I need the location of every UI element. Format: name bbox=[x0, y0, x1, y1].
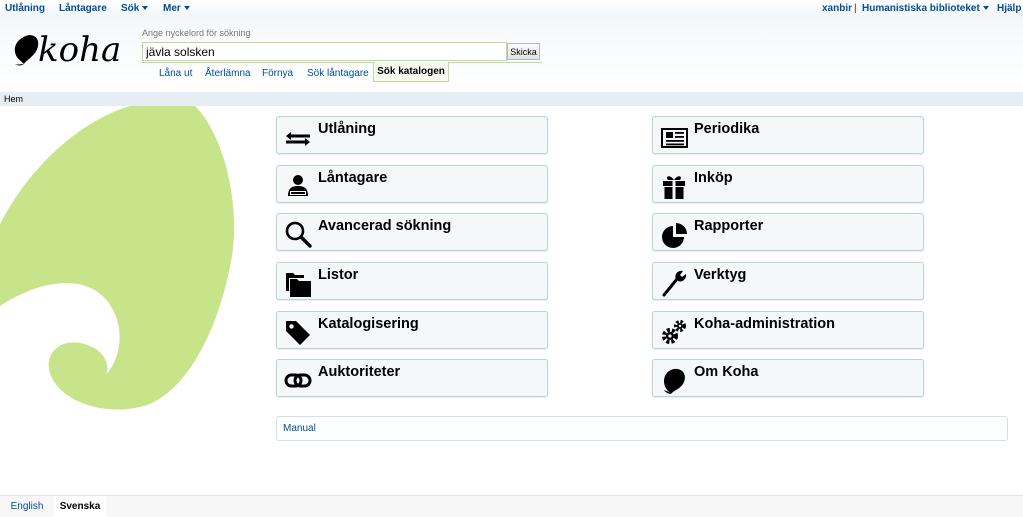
help-link[interactable]: Hjälp bbox=[997, 3, 1021, 14]
gift-icon bbox=[663, 176, 685, 199]
module-koha-administration[interactable]: Koha-administration bbox=[652, 311, 924, 349]
user-menu[interactable]: xanbir bbox=[822, 3, 852, 14]
module-katalogisering[interactable]: Katalogisering bbox=[276, 311, 548, 349]
header: koha Ange nyckelord för sökning Skicka L… bbox=[0, 17, 1023, 92]
nav-sok-label: Sök bbox=[121, 3, 140, 14]
manual-box: Manual bbox=[276, 416, 1008, 441]
module-auktoriteter[interactable]: Auktoriteter bbox=[276, 359, 548, 397]
koha-background-swoosh bbox=[0, 106, 235, 410]
folders-icon bbox=[286, 273, 311, 297]
nav-utlaning[interactable]: Utlåning bbox=[5, 3, 45, 14]
nav-mer-menu[interactable]: Mer bbox=[163, 3, 190, 14]
module-label: Periodika bbox=[694, 121, 760, 137]
module-lantagare[interactable]: Låntagare bbox=[276, 165, 548, 203]
koha-leaf-icon bbox=[664, 368, 685, 394]
cogs-icon bbox=[662, 320, 686, 344]
library-label: Humanistiska biblioteket bbox=[862, 3, 980, 14]
module-om-koha[interactable]: Om Koha bbox=[652, 359, 924, 397]
module-label: Utlåning bbox=[318, 121, 376, 137]
module-rapporter[interactable]: Rapporter bbox=[652, 213, 924, 251]
search-icon bbox=[285, 221, 312, 248]
exchange-icon bbox=[286, 132, 310, 146]
koha-logo[interactable]: koha bbox=[10, 30, 125, 70]
nav-sok-menu[interactable]: Sök bbox=[121, 3, 149, 14]
module-label: Katalogisering bbox=[318, 316, 419, 332]
wrench-icon bbox=[662, 270, 687, 297]
tab-lana-ut[interactable]: Låna ut bbox=[159, 68, 192, 79]
chevron-down-icon bbox=[982, 6, 989, 11]
tag-icon bbox=[286, 321, 310, 345]
patron-icon bbox=[288, 175, 308, 196]
pie-chart-icon bbox=[662, 223, 687, 248]
chevron-down-icon bbox=[142, 6, 149, 11]
top-navigation: Utlåning Låntagare Sök Mer xanbir | Huma… bbox=[0, 0, 1023, 17]
nav-lantagare[interactable]: Låntagare bbox=[59, 3, 107, 14]
module-label: Auktoriteter bbox=[318, 364, 401, 380]
language-english[interactable]: English bbox=[0, 496, 54, 517]
logo-text: koha bbox=[38, 30, 121, 70]
nav-mer-label: Mer bbox=[163, 3, 181, 14]
module-label: Låntagare bbox=[318, 170, 388, 186]
module-label: Verktyg bbox=[694, 267, 747, 283]
search-hint: Ange nyckelord för sökning bbox=[142, 28, 251, 38]
tab-aterlamna[interactable]: Återlämna bbox=[205, 68, 251, 79]
module-label: Om Koha bbox=[694, 364, 759, 380]
footer-language-bar: English Svenska bbox=[0, 495, 1023, 517]
search-divider bbox=[142, 62, 542, 63]
language-svenska[interactable]: Svenska bbox=[54, 496, 106, 517]
module-utlaning[interactable]: Utlåning bbox=[276, 116, 548, 154]
module-periodika[interactable]: Periodika bbox=[652, 116, 924, 154]
module-label: Rapporter bbox=[694, 218, 764, 234]
link-icon bbox=[284, 373, 312, 388]
breadcrumb-home[interactable]: Hem bbox=[4, 94, 23, 104]
search-submit-button[interactable]: Skicka bbox=[507, 43, 540, 60]
module-avancerad-sokning[interactable]: Avancerad sökning bbox=[276, 213, 548, 251]
manual-link[interactable]: Manual bbox=[283, 423, 316, 434]
tab-sok-katalogen[interactable]: Sök katalogen bbox=[373, 62, 449, 82]
module-label: Listor bbox=[318, 267, 359, 283]
tab-fornya[interactable]: Förnya bbox=[262, 68, 293, 79]
library-menu[interactable]: Humanistiska biblioteket bbox=[862, 3, 989, 14]
tab-sok-lantagare[interactable]: Sök låntagare bbox=[307, 68, 369, 79]
module-label: Avancerad sökning bbox=[318, 218, 452, 234]
catalog-search-input[interactable] bbox=[142, 42, 507, 61]
chevron-down-icon bbox=[183, 6, 190, 11]
nav-separator: | bbox=[854, 3, 857, 14]
module-label: Koha-administration bbox=[694, 316, 835, 332]
newspaper-icon bbox=[661, 128, 688, 148]
module-listor[interactable]: Listor bbox=[276, 262, 548, 300]
breadcrumb: Hem bbox=[0, 92, 1023, 106]
koha-leaf-icon bbox=[14, 35, 39, 66]
module-label: Inköp bbox=[694, 170, 733, 186]
module-inkop[interactable]: Inköp bbox=[652, 165, 924, 203]
module-verktyg[interactable]: Verktyg bbox=[652, 262, 924, 300]
